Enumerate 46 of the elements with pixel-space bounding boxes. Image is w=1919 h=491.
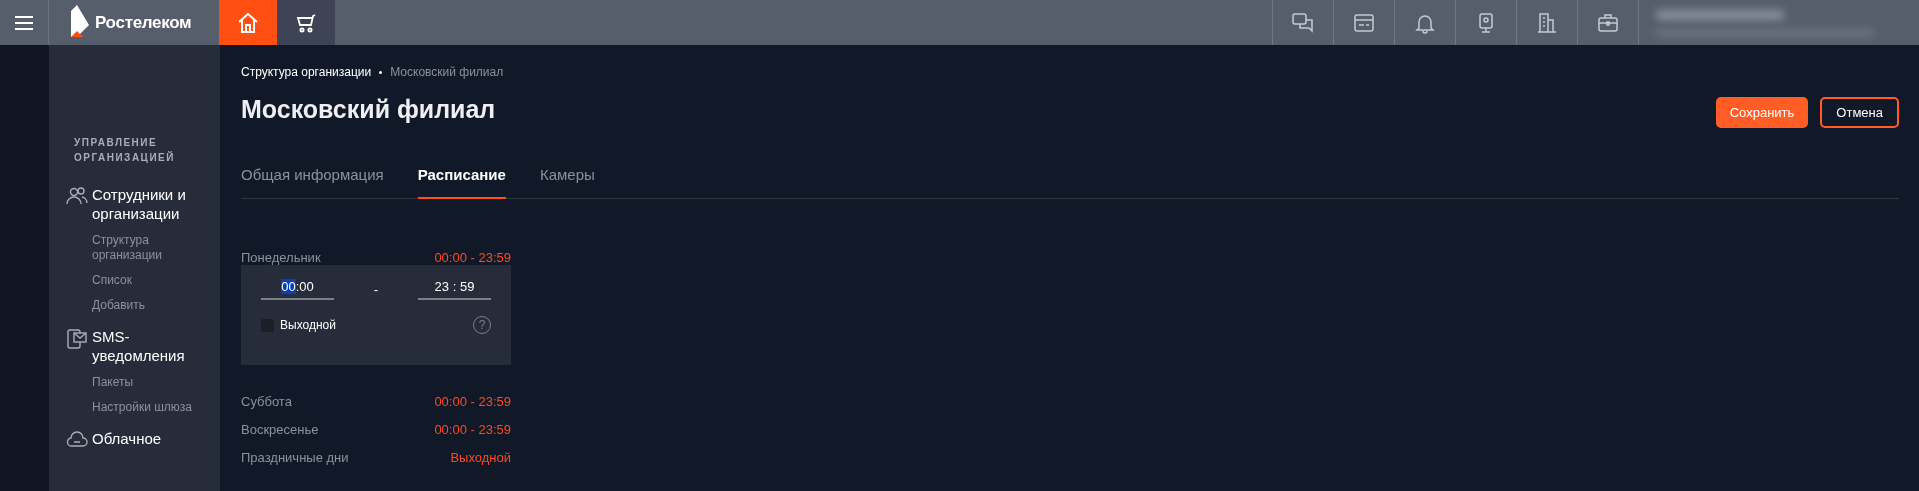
tab[interactable]: Общая информация bbox=[241, 166, 384, 199]
cart-icon bbox=[295, 11, 317, 34]
end-time-field[interactable]: 23 : 59 bbox=[418, 279, 491, 300]
card-icon bbox=[1353, 11, 1375, 34]
sidebar-link[interactable]: Список bbox=[92, 273, 212, 288]
sidebar-link[interactable]: Пакеты bbox=[92, 375, 212, 390]
cancel-button[interactable]: Отмена bbox=[1820, 97, 1899, 128]
phone-message-icon bbox=[66, 328, 88, 350]
logo[interactable]: Ростелеком bbox=[49, 0, 219, 45]
sidebar-section[interactable]: SMS-уведомления bbox=[66, 327, 220, 365]
checkbox-label: Выходной bbox=[280, 318, 336, 332]
menu-icon bbox=[14, 15, 34, 30]
chat-icon bbox=[1292, 11, 1314, 34]
day-label: Понедельник bbox=[241, 249, 321, 265]
range-dash: - bbox=[374, 282, 378, 297]
breadcrumb-current: Московский филиал bbox=[390, 65, 504, 79]
cloud-icon bbox=[66, 430, 88, 450]
day-label: Воскресенье bbox=[241, 421, 319, 437]
time-range[interactable]: Выходной bbox=[450, 449, 511, 465]
sidebar-section[interactable]: Облачное bbox=[66, 429, 220, 450]
day-label: Праздничные дни bbox=[241, 449, 349, 465]
tab[interactable]: Расписание bbox=[417, 166, 506, 199]
time-range[interactable]: 00:00 - 23:59 bbox=[434, 249, 511, 265]
page-title: Московский филиал bbox=[241, 95, 497, 124]
people-icon bbox=[66, 186, 88, 206]
sidebar-link[interactable]: Настройки шлюза bbox=[92, 400, 212, 415]
time-range[interactable]: 00:00 - 23:59 bbox=[434, 393, 511, 409]
building-icon bbox=[1536, 11, 1558, 34]
sidebar-link[interactable]: Добавить bbox=[92, 298, 212, 313]
day-label: Суббота bbox=[241, 393, 292, 409]
sidebar-section[interactable]: Сотрудники и организации bbox=[66, 185, 220, 223]
time-range[interactable]: 00:00 - 23:59 bbox=[434, 421, 511, 437]
breadcrumb-link[interactable]: Структура организации bbox=[241, 65, 372, 79]
save-button[interactable]: Сохранить bbox=[1715, 97, 1809, 128]
cart-button[interactable] bbox=[277, 0, 335, 45]
logo-text: Ростелеком bbox=[95, 12, 192, 33]
sidebar-link[interactable]: Структура организации bbox=[92, 233, 212, 263]
sidebar-heading: УПРАВЛЕНИЕ ОРГАНИЗАЦИЕЙ bbox=[74, 136, 176, 165]
home-icon bbox=[237, 11, 259, 34]
breadcrumb-separator bbox=[379, 70, 383, 74]
briefcase-icon bbox=[1597, 11, 1619, 34]
day-off-checkbox[interactable]: Выходной bbox=[261, 318, 336, 332]
section-label: SMS-уведомления bbox=[92, 327, 186, 365]
section-label: Сотрудники и организации bbox=[92, 185, 187, 223]
section-label: Облачное bbox=[92, 429, 163, 448]
tab[interactable]: Камеры bbox=[539, 166, 595, 199]
